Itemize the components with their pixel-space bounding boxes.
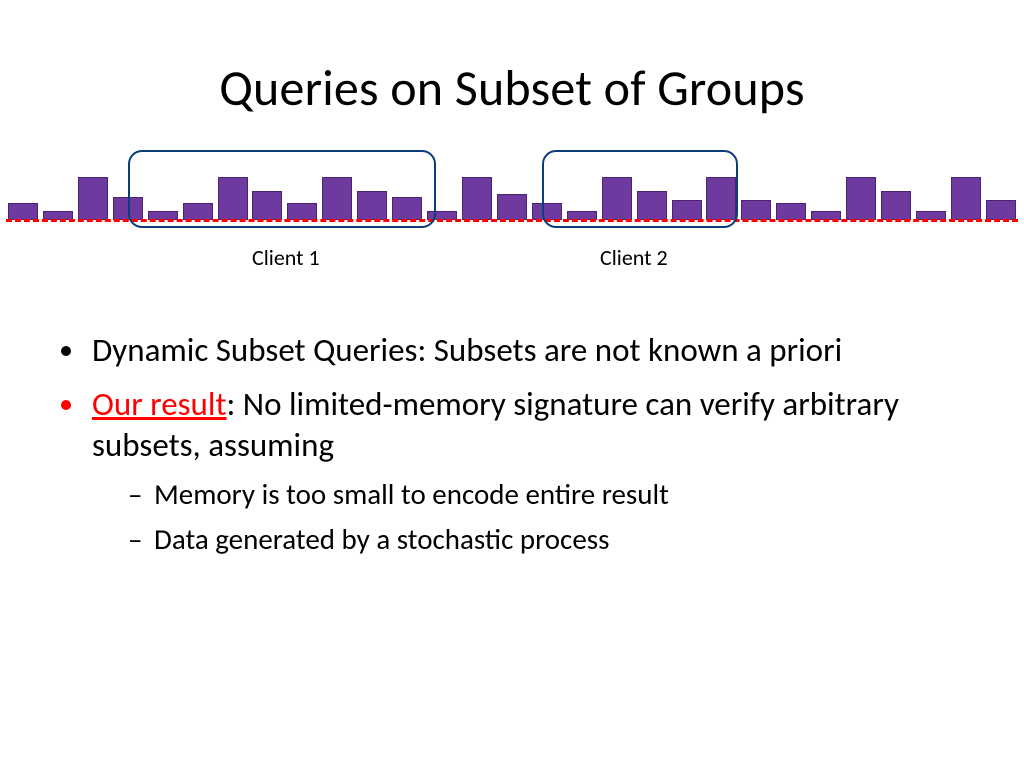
bullet-list: Dynamic Subset Queries: Subsets are not … — [88, 330, 958, 559]
bullet-2-lead: Our result — [92, 384, 227, 424]
bar — [497, 194, 527, 220]
bar — [881, 191, 911, 220]
slide-title: Queries on Subset of Groups — [0, 0, 1024, 119]
bar — [776, 203, 806, 220]
bullet-2: Our result: No limited-memory signature … — [88, 384, 958, 559]
bullet-1-text: Dynamic Subset Queries: Subsets are not … — [92, 330, 842, 370]
client-1-box — [128, 150, 436, 228]
bar — [951, 177, 981, 221]
slide: Queries on Subset of Groups Client 1 Cli… — [0, 0, 1024, 768]
bar — [741, 200, 771, 220]
bullet-1: Dynamic Subset Queries: Subsets are not … — [88, 330, 958, 370]
sub-bullet-1-text: Memory is too small to encode entire res… — [154, 476, 669, 512]
sub-bullet-2: Data generated by a stochastic process — [128, 520, 958, 559]
sub-bullet-list: Memory is too small to encode entire res… — [128, 475, 958, 559]
client-1-label: Client 1 — [252, 244, 320, 271]
bar — [462, 177, 492, 221]
bar — [846, 177, 876, 221]
client-2-box — [542, 150, 738, 228]
sub-bullet-2-text: Data generated by a stochastic process — [154, 521, 609, 557]
bar — [986, 200, 1016, 220]
client-2-label: Client 2 — [600, 244, 668, 271]
bar — [8, 203, 38, 220]
bullet-content: Dynamic Subset Queries: Subsets are not … — [88, 330, 958, 573]
sub-bullet-1: Memory is too small to encode entire res… — [128, 475, 958, 514]
bar — [78, 177, 108, 221]
